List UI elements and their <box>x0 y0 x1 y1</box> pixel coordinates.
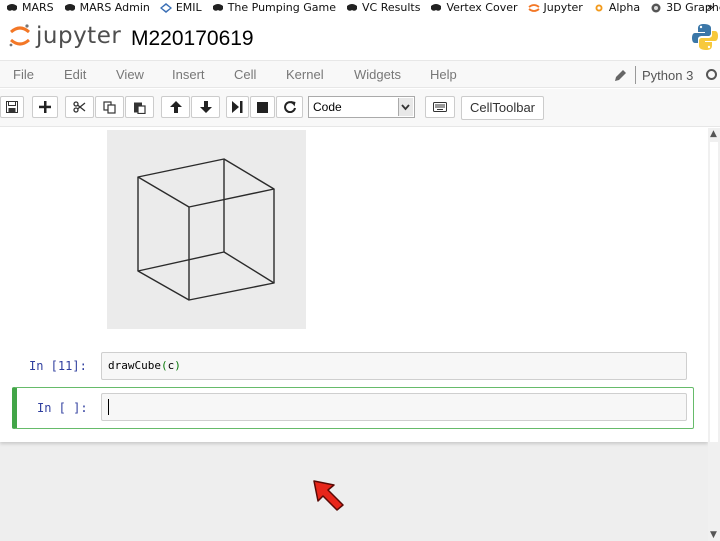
refresh-icon <box>283 101 296 113</box>
bookmarks-bar: MARS MARS Admin EMIL The Pumping Game VC… <box>0 0 720 15</box>
scroll-down-arrow-icon[interactable]: ▼ <box>710 530 717 540</box>
jupyter-icon <box>527 3 540 12</box>
notebook-header: jupyter M220170619 <box>0 15 720 59</box>
code-function-name: drawCube <box>108 359 161 372</box>
bookmark-label: Jupyter <box>543 1 583 14</box>
arrow-up-icon <box>169 101 182 113</box>
kernel-separator <box>635 66 636 84</box>
run-button[interactable] <box>226 96 249 118</box>
paste-icon <box>134 102 146 114</box>
bookmarks-overflow-chevron[interactable]: » <box>707 0 714 15</box>
paste-button[interactable] <box>125 96 154 118</box>
bookmark-vc-results[interactable]: VC Results <box>346 1 420 14</box>
code-cell-executed[interactable]: In [11]: drawCube(c) <box>12 350 694 384</box>
vertical-scrollbar[interactable]: ▲ ▼ <box>708 128 720 541</box>
cube-edge <box>137 251 275 301</box>
mask-icon <box>212 3 223 11</box>
bookmark-label: VC Results <box>362 1 421 14</box>
menu-view[interactable]: View <box>116 67 144 82</box>
cell-prompt: In [11]: <box>29 359 87 373</box>
bookmark-vertex-cover[interactable]: Vertex Cover <box>430 1 518 14</box>
menu-edit[interactable]: Edit <box>64 67 86 82</box>
bookmark-label: MARS <box>22 1 54 14</box>
mask-icon <box>64 3 75 11</box>
kernel-status-icon <box>706 69 717 80</box>
wireframe-cube-plot <box>137 158 275 301</box>
menu-insert[interactable]: Insert <box>172 67 205 82</box>
kernel-name: Python 3 <box>642 67 694 83</box>
globe-icon <box>651 3 661 12</box>
jupyter-logo-icon <box>9 24 30 47</box>
cube-edge <box>137 158 275 208</box>
notebook-container: In [11]: drawCube(c) In [ ]: <box>0 128 708 442</box>
scrollbar-thumb[interactable] <box>710 142 718 442</box>
arrow-down-icon <box>199 101 212 113</box>
bookmark-label: The Pumping Game <box>227 1 337 14</box>
red-arrow-pointer-icon <box>313 480 344 511</box>
bookmark-jupyter[interactable]: Jupyter <box>527 1 583 14</box>
cell-prompt: In [ ]: <box>37 401 88 415</box>
stop-icon <box>257 101 268 113</box>
emil-diamond-icon <box>159 2 172 13</box>
move-down-button[interactable] <box>191 96 220 118</box>
bookmark-label: EMIL <box>175 1 202 14</box>
menu-file[interactable]: File <box>13 67 34 82</box>
code-close-paren: ) <box>174 359 181 372</box>
notebook-name[interactable]: M220170619 <box>131 27 254 51</box>
restart-button[interactable] <box>276 96 303 118</box>
bookmark-pumping-game[interactable]: The Pumping Game <box>212 1 336 14</box>
keyboard-icon <box>433 102 447 112</box>
menu-help[interactable]: Help <box>430 67 457 82</box>
save-button[interactable] <box>0 96 24 118</box>
step-forward-icon <box>232 101 243 113</box>
notebook-toolbar: Code CellToolbar <box>0 89 720 127</box>
bookmark-label: MARS Admin <box>79 1 150 14</box>
code-input-active[interactable] <box>101 393 687 421</box>
code-cell-selected[interactable]: In [ ]: <box>12 387 694 429</box>
text-cursor <box>108 399 109 415</box>
copy-button[interactable] <box>95 96 124 118</box>
bookmark-mars[interactable]: MARS <box>6 1 54 14</box>
cell-type-value: Code <box>313 100 342 114</box>
jupyter-logo[interactable]: jupyter <box>8 23 121 49</box>
cut-button[interactable] <box>65 96 94 118</box>
insert-cell-button[interactable] <box>32 96 58 118</box>
menu-cell[interactable]: Cell <box>234 67 256 82</box>
bookmark-label: Vertex Cover <box>446 1 518 14</box>
mask-icon <box>431 3 442 11</box>
command-palette-button[interactable] <box>425 96 455 118</box>
kernel-indicator: Python 3 <box>614 66 693 84</box>
menu-widgets[interactable]: Widgets <box>354 67 401 82</box>
plus-icon <box>39 101 51 113</box>
scissors-icon <box>73 101 86 113</box>
scroll-up-arrow-icon[interactable]: ▲ <box>710 129 717 139</box>
menubar: File Edit View Insert Cell Kernel Widget… <box>0 60 720 88</box>
save-icon <box>6 101 18 113</box>
celltoolbar-button[interactable]: CellToolbar <box>461 96 544 120</box>
menu-kernel[interactable]: Kernel <box>286 67 324 82</box>
sun-icon <box>595 4 603 11</box>
notebook-area: In [11]: drawCube(c) In [ ]: <box>0 128 708 541</box>
bookmark-emil[interactable]: EMIL <box>159 1 202 14</box>
logo-text: jupyter <box>36 23 122 49</box>
move-up-button[interactable] <box>161 96 190 118</box>
chevron-down-icon <box>398 98 413 116</box>
pencil-icon[interactable] <box>614 69 627 82</box>
code-open-paren: ( <box>160 359 168 372</box>
bookmark-mars-admin[interactable]: MARS Admin <box>64 1 150 14</box>
bookmark-label: Alpha <box>608 1 641 14</box>
cell-type-select[interactable]: Code <box>308 96 415 118</box>
python-logo-icon <box>692 24 718 50</box>
cube-output-figure <box>107 130 306 329</box>
copy-icon <box>103 100 116 114</box>
mask-icon <box>347 3 358 11</box>
mask-icon <box>7 3 17 11</box>
bookmark-alpha[interactable]: Alpha <box>593 1 640 14</box>
interrupt-button[interactable] <box>250 96 275 118</box>
code-input[interactable]: drawCube(c) <box>101 352 687 380</box>
